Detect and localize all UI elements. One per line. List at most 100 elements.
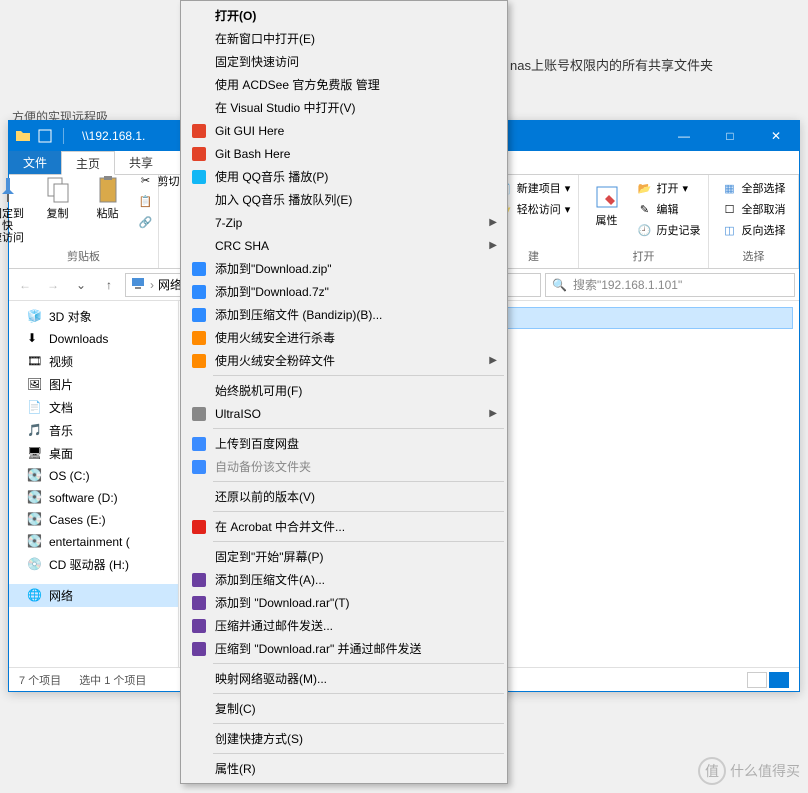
sidebar-item[interactable]: 🖥 桌面 bbox=[9, 442, 178, 465]
sidebar-item-label: entertainment ( bbox=[49, 535, 130, 549]
history-button[interactable]: 🕘历史记录 bbox=[635, 221, 703, 239]
rar-icon bbox=[187, 617, 211, 635]
sidebar-item[interactable]: 💽OS (C:) bbox=[9, 465, 178, 487]
sidebar-item[interactable]: 💿CD 驱动器 (H:) bbox=[9, 553, 178, 576]
context-menu-separator bbox=[213, 663, 504, 664]
context-menu-item[interactable]: 属性(R) bbox=[183, 757, 505, 780]
sidebar-item-label: Downloads bbox=[49, 332, 108, 346]
select-all-button[interactable]: ▦全部选择 bbox=[720, 179, 788, 197]
context-menu-item: 自动备份该文件夹 bbox=[183, 455, 505, 478]
ribbon-toggle-icon[interactable] bbox=[37, 128, 53, 144]
invert-icon: ◫ bbox=[722, 222, 738, 238]
recent-button[interactable]: ⌄ bbox=[69, 273, 93, 297]
minimize-button[interactable]: — bbox=[661, 121, 707, 151]
context-menu-item[interactable]: 添加到"Download.7z" bbox=[183, 280, 505, 303]
up-button[interactable]: ↑ bbox=[97, 273, 121, 297]
cut-icon: ✂ bbox=[138, 173, 154, 189]
context-menu-item[interactable]: 打开(O) bbox=[183, 4, 505, 27]
context-menu-item[interactable]: 上传到百度网盘 bbox=[183, 432, 505, 455]
context-menu-item[interactable]: 使用火绒安全粉碎文件▶ bbox=[183, 349, 505, 372]
context-menu-item[interactable]: 固定到"开始"屏幕(P) bbox=[183, 545, 505, 568]
invert-button[interactable]: ◫反向选择 bbox=[720, 221, 788, 239]
context-menu-item[interactable]: 7-Zip ▶ bbox=[183, 211, 505, 234]
context-menu-label: 创建快捷方式(S) bbox=[211, 730, 483, 747]
context-menu-item[interactable]: Git GUI Here bbox=[183, 119, 505, 142]
forward-button[interactable]: → bbox=[41, 273, 65, 297]
context-menu-item[interactable]: UltraISO ▶ bbox=[183, 402, 505, 425]
context-menu-label: 添加到"Download.zip" bbox=[211, 260, 483, 277]
view-details-button[interactable] bbox=[747, 672, 767, 688]
close-button[interactable]: ✕ bbox=[753, 121, 799, 151]
path-icon: 📋 bbox=[138, 194, 154, 210]
rar-icon bbox=[187, 571, 211, 589]
context-menu-label: Git Bash Here bbox=[211, 147, 483, 161]
group-open-title: 打开 bbox=[633, 248, 655, 264]
copy-button[interactable]: 复制 bbox=[36, 172, 80, 222]
sidebar-item[interactable]: 🎞视频 bbox=[9, 350, 178, 373]
context-menu-item[interactable]: 创建快捷方式(S) bbox=[183, 727, 505, 750]
context-menu-label: 使用 QQ音乐 播放(P) bbox=[211, 168, 483, 185]
context-menu-item[interactable]: 压缩到 "Download.rar" 并通过邮件发送 bbox=[183, 637, 505, 660]
context-menu-item[interactable]: 映射网络驱动器(M)... bbox=[183, 667, 505, 690]
item-count: 7 个项目 bbox=[19, 672, 61, 688]
context-menu-label: 使用火绒安全粉碎文件 bbox=[211, 352, 483, 369]
sidebar-network[interactable]: 🌐网络 bbox=[9, 584, 178, 607]
context-menu-item[interactable]: 添加到压缩文件 (Bandizip)(B)... bbox=[183, 303, 505, 326]
sidebar-item[interactable]: 🎵音乐 bbox=[9, 419, 178, 442]
context-menu-item[interactable]: CRC SHA▶ bbox=[183, 234, 505, 257]
view-icons-button[interactable] bbox=[769, 672, 789, 688]
sidebar-item[interactable]: ⬇Downloads bbox=[9, 328, 178, 350]
pin-button[interactable]: 固定到快 速访问 bbox=[0, 172, 30, 246]
context-menu-label: 7-Zip bbox=[211, 216, 483, 230]
context-menu-item[interactable]: 在 Visual Studio 中打开(V) bbox=[183, 96, 505, 119]
context-menu-item[interactable]: 添加到"Download.zip" bbox=[183, 257, 505, 280]
context-menu-item[interactable]: 使用 ACDSee 官方免费版 管理 bbox=[183, 73, 505, 96]
context-menu-item[interactable]: 使用 QQ音乐 播放(P) bbox=[183, 165, 505, 188]
sidebar-item[interactable]: 🖼图片 bbox=[9, 373, 178, 396]
sidebar-item[interactable]: 💽entertainment ( bbox=[9, 531, 178, 553]
context-menu-item[interactable]: 加入 QQ音乐 播放队列(E) bbox=[183, 188, 505, 211]
sidebar-item[interactable]: 📄文档 bbox=[9, 396, 178, 419]
tab-file[interactable]: 文件 bbox=[9, 151, 61, 174]
desk-icon: 🖥 bbox=[27, 446, 43, 462]
context-menu-label: 映射网络驱动器(M)... bbox=[211, 670, 483, 687]
tab-share[interactable]: 共享 bbox=[115, 151, 168, 174]
submenu-arrow-icon: ▶ bbox=[489, 217, 497, 228]
back-button[interactable]: ← bbox=[13, 273, 37, 297]
deselect-button[interactable]: ☐全部取消 bbox=[720, 200, 788, 218]
sidebar-item[interactable]: 💽software (D:) bbox=[9, 487, 178, 509]
context-menu-item[interactable]: 在新窗口中打开(E) bbox=[183, 27, 505, 50]
bz-icon bbox=[187, 283, 211, 301]
paste-button[interactable]: 粘贴 bbox=[86, 172, 130, 222]
sidebar-item[interactable]: 🧊3D 对象 bbox=[9, 305, 178, 328]
context-menu-item[interactable]: 添加到 "Download.rar"(T) bbox=[183, 591, 505, 614]
context-menu-item[interactable]: 添加到压缩文件(A)... bbox=[183, 568, 505, 591]
pic-icon: 🖼 bbox=[27, 377, 43, 393]
context-menu-item[interactable]: 在 Acrobat 中合并文件... bbox=[183, 515, 505, 538]
context-menu-separator bbox=[213, 723, 504, 724]
search-box[interactable]: 🔍 搜索"192.168.1.101" bbox=[545, 273, 795, 297]
video-icon: 🎞 bbox=[27, 354, 43, 370]
bd-icon bbox=[187, 435, 211, 453]
breadcrumb[interactable]: 网络 bbox=[158, 276, 182, 293]
context-menu-item[interactable]: 使用火绒安全进行杀毒 bbox=[183, 326, 505, 349]
sidebar-item-label: Cases (E:) bbox=[49, 513, 106, 527]
drive-icon: 💽 bbox=[27, 468, 43, 484]
context-menu-item[interactable]: 固定到快速访问 bbox=[183, 50, 505, 73]
context-menu-item[interactable]: 复制(C) bbox=[183, 697, 505, 720]
maximize-button[interactable]: □ bbox=[707, 121, 753, 151]
context-menu-label: UltraISO bbox=[211, 407, 483, 421]
context-menu-item[interactable]: Git Bash Here bbox=[183, 142, 505, 165]
context-menu-item[interactable]: 始终脱机可用(F) bbox=[183, 379, 505, 402]
git-icon bbox=[187, 145, 211, 163]
open-button[interactable]: 📂打开 ▾ bbox=[635, 179, 703, 197]
context-menu-label: 添加到"Download.7z" bbox=[211, 283, 483, 300]
context-menu-item[interactable]: 压缩并通过邮件发送... bbox=[183, 614, 505, 637]
sidebar-item[interactable]: 💽Cases (E:) bbox=[9, 509, 178, 531]
sidebar-item-label: 桌面 bbox=[49, 445, 73, 462]
background-note: nas上账号权限内的所有共享文件夹 bbox=[510, 55, 713, 74]
submenu-arrow-icon: ▶ bbox=[489, 408, 497, 419]
edit-button[interactable]: ✎编辑 bbox=[635, 200, 703, 218]
properties-button[interactable]: 属性 bbox=[585, 179, 629, 229]
context-menu-item[interactable]: 还原以前的版本(V) bbox=[183, 485, 505, 508]
